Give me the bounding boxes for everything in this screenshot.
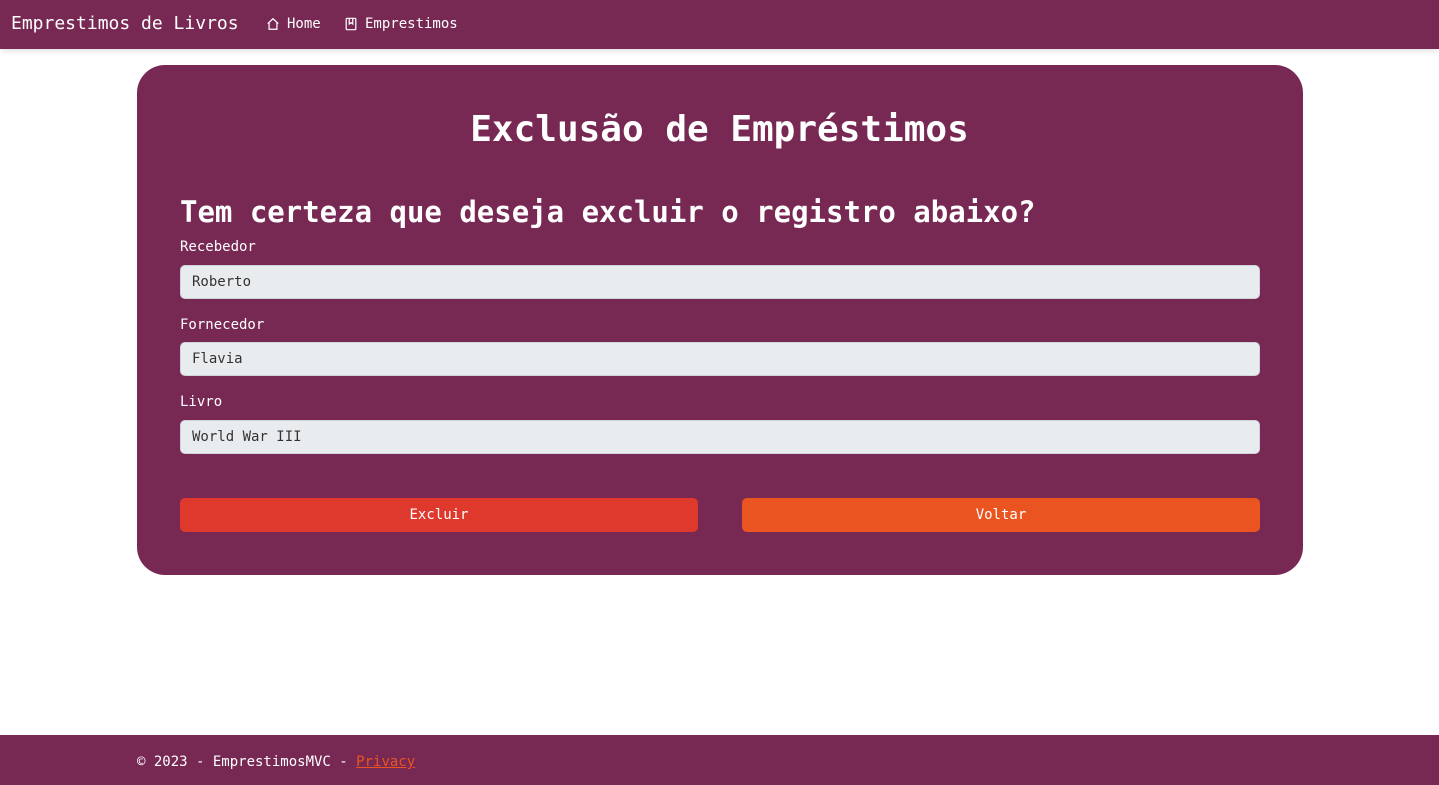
recebedor-field[interactable]: Roberto (180, 265, 1260, 299)
nav-link-emprestimos[interactable]: Emprestimos (344, 15, 458, 33)
livro-field[interactable]: World War III (180, 420, 1260, 454)
recebedor-label: Recebedor (180, 239, 256, 255)
privacy-link[interactable]: Privacy (356, 754, 415, 770)
navbar-brand[interactable]: Emprestimos de Livros (11, 13, 239, 35)
fornecedor-label: Fornecedor (180, 317, 265, 333)
footer-copyright: © 2023 - EmprestimosMVC - (137, 754, 357, 770)
navbar: Emprestimos de Livros Home Emprestimos (0, 0, 1439, 49)
nav-link-home[interactable]: Home (266, 15, 321, 33)
footer: © 2023 - EmprestimosMVC - Privacy (0, 735, 1439, 785)
footer-content: © 2023 - EmprestimosMVC - Privacy (137, 753, 415, 771)
back-button[interactable]: Voltar (742, 498, 1260, 532)
fornecedor-field[interactable]: Flavia (180, 342, 1260, 376)
delete-button[interactable]: Excluir (180, 498, 698, 532)
nav-link-home-label: Home (287, 16, 321, 32)
confirm-question: Tem certeza que deseja excluir o registr… (180, 195, 1036, 229)
nav-link-emprestimos-label: Emprestimos (365, 16, 458, 32)
book-icon (344, 17, 358, 31)
page-title: Exclusão de Empréstimos (470, 109, 969, 150)
livro-label: Livro (180, 394, 223, 410)
home-icon (266, 17, 280, 31)
